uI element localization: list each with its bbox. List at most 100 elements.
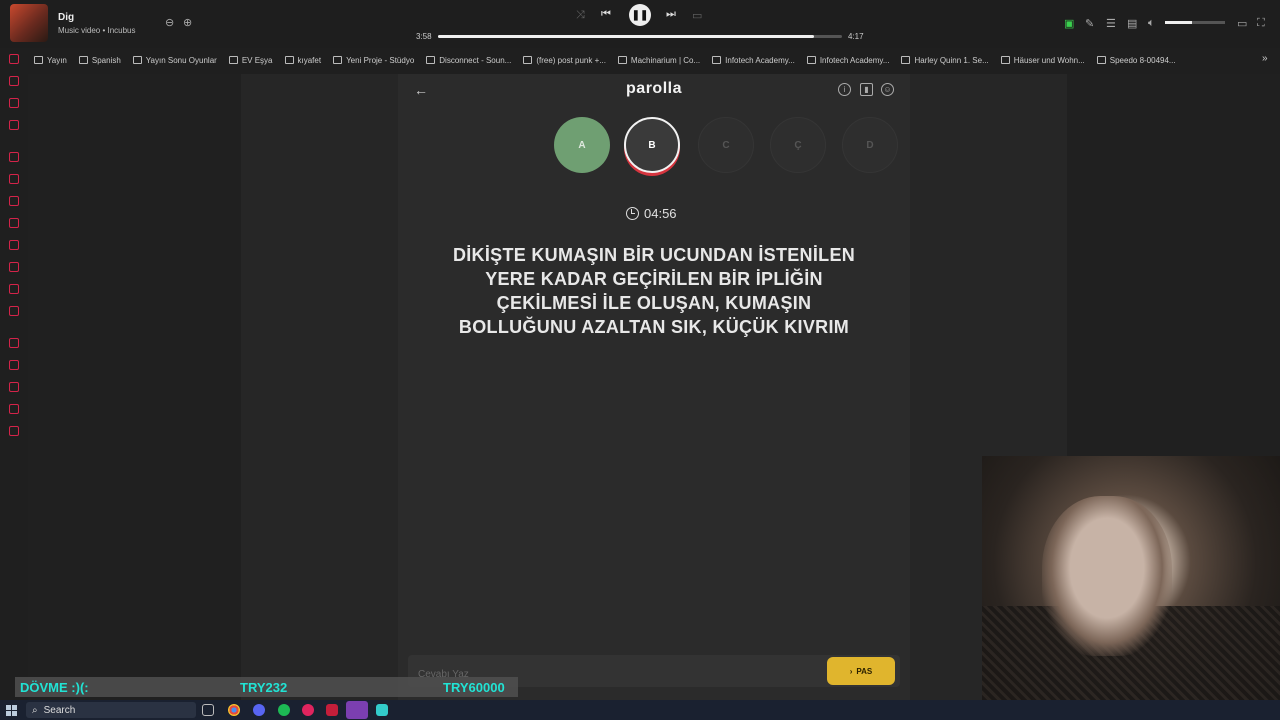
fullscreen-icon[interactable]: ⛶	[1257, 17, 1265, 30]
rail-app-icon[interactable]	[9, 240, 19, 250]
folder-icon	[523, 56, 533, 64]
folder-icon	[1096, 56, 1106, 64]
album-art[interactable]	[10, 4, 48, 42]
info-icon[interactable]: i	[838, 83, 851, 96]
rail-app-icon[interactable]	[9, 98, 19, 108]
bookmark-label: Yeni Proje - Stüdyo	[346, 55, 415, 65]
pass-label: PAS	[856, 666, 873, 676]
bookmark-item[interactable]: Yayın	[28, 52, 73, 68]
discord-icon[interactable]	[253, 704, 265, 716]
rail-app-icon[interactable]	[9, 152, 19, 162]
pause-icon: ❚❚	[631, 9, 649, 21]
app-icon[interactable]	[302, 704, 314, 716]
taskbar: ⌕ Search	[0, 700, 1280, 720]
letter-b: B	[624, 117, 680, 173]
bookmark-item[interactable]: (free) post punk +...	[517, 52, 612, 68]
bookmark-item[interactable]: Spanish	[73, 52, 127, 68]
rail-app-icon[interactable]	[9, 54, 19, 64]
rail-app-icon[interactable]	[9, 196, 19, 206]
dislike-icon[interactable]: ⊖	[165, 16, 174, 29]
bookmark-item[interactable]: Häuser und Wohn...	[995, 52, 1091, 68]
profile-icon[interactable]: ☺	[881, 83, 894, 96]
more-bookmarks-icon[interactable]: »	[1262, 53, 1268, 64]
stats-icon[interactable]: ▮	[860, 83, 873, 96]
windows-start-icon[interactable]	[6, 705, 17, 716]
rail-app-icon[interactable]	[9, 284, 19, 294]
bookmark-item[interactable]: Machinarium | Co...	[612, 52, 706, 68]
folder-icon	[806, 56, 816, 64]
bookmark-item[interactable]: Disconnect - Soun...	[420, 52, 517, 68]
track-subtitle: Music video • Incubus	[58, 26, 136, 35]
rail-app-icon[interactable]	[9, 426, 19, 436]
bookmark-item[interactable]: kıyafet	[279, 52, 328, 68]
previous-icon[interactable]: ⏮	[601, 8, 611, 21]
twitch-app-icon[interactable]	[346, 701, 368, 719]
shuffle-icon[interactable]: ⤨	[576, 9, 585, 22]
pass-button[interactable]: › PAS	[827, 657, 895, 685]
folder-icon	[333, 56, 343, 64]
rail-app-icon[interactable]	[9, 360, 19, 370]
volume-icon[interactable]: 🔈︎	[1148, 17, 1155, 30]
letter-a: A	[554, 117, 610, 173]
bookmark-item[interactable]: Yeni Proje - Stüdyo	[327, 52, 420, 68]
folder-icon	[284, 56, 294, 64]
bookmark-item[interactable]: Infotech Academy...	[706, 52, 801, 68]
bookmark-label: Spanish	[91, 55, 121, 65]
folder-icon	[617, 56, 627, 64]
next-icon[interactable]: ⏭	[666, 8, 676, 21]
left-panel	[28, 74, 241, 700]
time-elapsed: 3:58	[416, 32, 432, 41]
spotify-icon[interactable]	[278, 704, 290, 716]
time-total: 4:17	[848, 32, 864, 41]
rail-app-icon[interactable]	[9, 404, 19, 414]
pen-icon[interactable]: ✎	[1085, 17, 1094, 30]
repeat-icon[interactable]: ▭	[692, 9, 702, 22]
extension-icon[interactable]: ▣	[1064, 17, 1074, 30]
rail-app-icon[interactable]	[9, 120, 19, 130]
bookmark-item[interactable]: EV Eşya	[223, 52, 279, 68]
bookmark-label: Infotech Academy...	[725, 55, 795, 65]
pause-button[interactable]: ❚❚	[629, 4, 651, 26]
rail-app-icon[interactable]	[9, 174, 19, 184]
volume-fill	[1165, 21, 1192, 24]
donation-name: DÖVME :)(:	[20, 679, 89, 695]
letter-c-cedilla: Ç	[770, 117, 826, 173]
sidebar-rail	[0, 44, 28, 704]
app-icon[interactable]	[376, 704, 388, 716]
timer-value: 04:56	[644, 206, 677, 221]
rail-app-icon[interactable]	[9, 262, 19, 272]
rail-app-icon[interactable]	[9, 382, 19, 392]
queue-icon[interactable]: ☰	[1106, 17, 1116, 30]
folder-icon	[228, 56, 238, 64]
miniplayer-icon[interactable]: ▭	[1237, 17, 1247, 30]
folder-icon	[132, 56, 142, 64]
bookmark-item[interactable]: Yayın Sonu Oyunlar	[127, 52, 223, 68]
add-icon[interactable]: ⊕	[183, 16, 192, 29]
taskbar-search[interactable]: ⌕ Search	[26, 702, 196, 718]
folder-icon	[34, 56, 43, 64]
volume-slider[interactable]	[1165, 21, 1225, 24]
bookmark-item[interactable]: Infotech Academy...	[801, 52, 896, 68]
donation-bar: DÖVME :)(: TRY232 TRY60000	[15, 677, 518, 697]
bookmark-item[interactable]: Speedo 8-00494...	[1091, 52, 1182, 68]
bookmark-label: Yayın	[47, 55, 67, 65]
bookmark-label: kıyafet	[297, 55, 322, 65]
search-label: Search	[43, 704, 76, 716]
rail-app-icon[interactable]	[9, 76, 19, 86]
letter-c: C	[698, 117, 754, 173]
bookmark-label: Speedo 8-00494...	[1109, 55, 1176, 65]
progress-bar[interactable]	[438, 35, 842, 38]
app-icon[interactable]	[326, 704, 338, 716]
lyrics-icon[interactable]: ▤	[1127, 17, 1137, 30]
screen: Dig Music video • Incubus ⊖ ⊕ ⤨ ⏮ ❚❚ ⏭ ▭…	[0, 0, 1280, 720]
folder-icon	[78, 56, 88, 64]
rail-app-icon[interactable]	[9, 338, 19, 348]
page-title: parolla	[626, 80, 682, 97]
rail-app-icon[interactable]	[9, 218, 19, 228]
back-arrow-icon[interactable]: ←	[414, 82, 428, 98]
task-view-icon[interactable]	[202, 704, 214, 716]
chrome-icon[interactable]	[228, 704, 240, 716]
bookmark-item[interactable]: Harley Quinn 1. Se...	[895, 52, 994, 68]
rail-app-icon[interactable]	[9, 306, 19, 316]
folder-icon	[901, 56, 911, 64]
